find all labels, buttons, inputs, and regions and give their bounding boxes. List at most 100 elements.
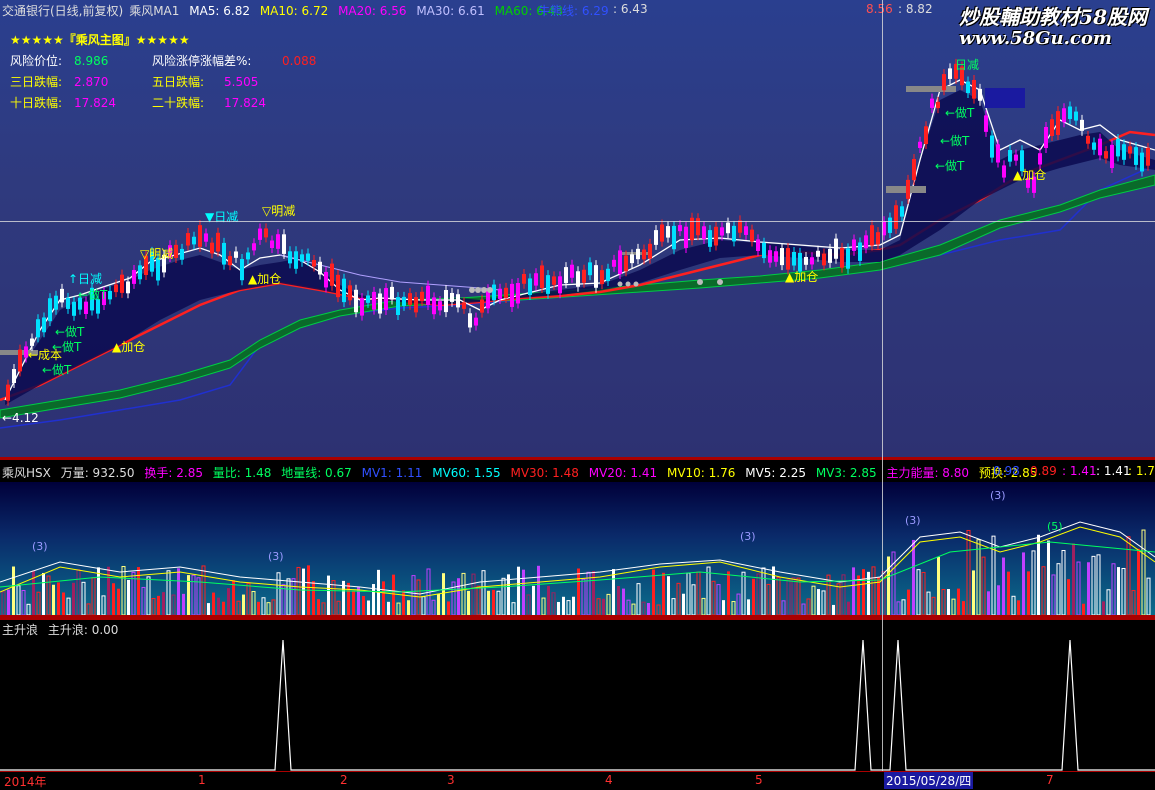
candle-body xyxy=(300,254,304,262)
volume-bar xyxy=(246,583,251,616)
candle-body xyxy=(72,301,76,316)
volume-bar xyxy=(612,569,615,615)
volume-bar xyxy=(537,565,540,615)
candle-body xyxy=(744,226,748,235)
volume-bar xyxy=(1017,600,1020,615)
volume-bar xyxy=(1061,550,1066,616)
resistance-bar-4 xyxy=(906,86,956,92)
volume-right-4: : 1.41 xyxy=(1096,464,1131,478)
volume-mark: (3) xyxy=(32,540,48,553)
indicator-panel[interactable]: 主升浪 主升浪: 0.00 xyxy=(0,618,1155,773)
volume-bar xyxy=(772,566,775,615)
volume-bar xyxy=(396,602,401,616)
volume-bar xyxy=(212,592,215,615)
volume-bar xyxy=(227,588,230,615)
candle-body xyxy=(360,298,364,316)
volume-panel[interactable]: (3) (3) (3) (3) (3) (5) xyxy=(0,482,1155,618)
candle-body xyxy=(438,301,442,311)
main-chart-panel[interactable]: 交通银行(日线,前复权) 乘风MA1 MA5: 6.82 MA10: 6.72 M… xyxy=(0,0,1155,457)
watermark-url: www.58Gu.com xyxy=(959,28,1112,49)
volume-bar xyxy=(596,598,601,616)
candle-body xyxy=(1134,147,1138,165)
candle-body xyxy=(1062,108,1066,123)
zuot-label-1: ←做T xyxy=(78,288,108,302)
info-row-10-20: 十日跌幅: 17.824 二十跌幅: 17.824 xyxy=(10,93,316,114)
candle-body xyxy=(1050,119,1054,136)
volume-bar xyxy=(312,581,315,615)
volume-bar xyxy=(631,603,636,616)
volume-bar xyxy=(806,598,811,616)
volume-mv3: MV3: 2.85 xyxy=(815,466,877,480)
candle-body xyxy=(1140,152,1144,172)
candle-body xyxy=(372,291,376,310)
volume-bar xyxy=(236,600,241,616)
volume-bar xyxy=(461,572,466,616)
volume-bar xyxy=(1126,536,1131,616)
candle-body xyxy=(774,251,778,262)
volume-bar xyxy=(962,601,965,615)
volume-bar xyxy=(1041,566,1046,616)
candle-body xyxy=(432,297,436,315)
candle-body xyxy=(570,264,574,278)
candle-body xyxy=(120,274,124,293)
rijian-label-3: 日减 xyxy=(955,58,980,72)
candle-body xyxy=(456,294,460,308)
volume-svg: (3) (3) (3) (3) (3) (5) xyxy=(0,489,1155,616)
volume-bar xyxy=(741,571,746,616)
volume-bar xyxy=(1146,577,1151,616)
candle-body xyxy=(564,267,568,284)
candle-body xyxy=(198,225,202,247)
volume-bar xyxy=(1022,552,1025,615)
candle-body xyxy=(588,262,592,276)
volume-bar xyxy=(602,598,605,615)
candle-body xyxy=(990,135,994,158)
candle-body xyxy=(1014,154,1018,161)
day3-label: 三日跌幅: xyxy=(10,75,63,89)
candle-body xyxy=(1056,111,1060,135)
volume-diliangxian: 地量线: 0.67 xyxy=(281,466,352,480)
navy-box xyxy=(985,88,1025,108)
candle-body xyxy=(612,259,616,267)
volume-bar xyxy=(832,604,835,615)
volume-bar xyxy=(781,600,786,616)
volume-bar xyxy=(901,599,906,616)
volume-bar xyxy=(916,569,921,616)
volume-zhuli: 主力能量: 8.80 xyxy=(886,466,970,480)
candle-body xyxy=(720,227,724,236)
candle-body xyxy=(354,289,358,313)
candle-body xyxy=(240,259,244,281)
volume-bar xyxy=(352,590,355,615)
volume-bar xyxy=(877,577,880,615)
volume-bar xyxy=(1106,589,1111,616)
candle-body xyxy=(948,68,952,79)
candle-body xyxy=(450,292,454,302)
candle-body xyxy=(558,276,562,294)
volume-marks: (3) (3) (3) (3) (3) (5) xyxy=(32,489,1063,563)
volume-bar xyxy=(622,588,625,615)
volume-bar xyxy=(442,573,445,615)
day20-value: 17.824 xyxy=(224,96,266,110)
candle-body xyxy=(1002,165,1006,178)
candle-body xyxy=(186,233,190,246)
volume-bar xyxy=(201,565,206,616)
risk-price-label: 风险价位: xyxy=(10,54,63,68)
jiacang-label-1: ▲加仓 xyxy=(112,340,146,354)
volume-bar xyxy=(577,568,580,615)
zuot-label-4: ←做T xyxy=(42,363,72,377)
volume-bar xyxy=(747,599,750,615)
volume-bar xyxy=(852,567,855,615)
volume-bar xyxy=(1131,590,1136,616)
ma20-value: MA20: 6.56 xyxy=(338,4,407,18)
volume-bar xyxy=(532,585,535,615)
candle-body xyxy=(528,278,532,296)
volume-bar xyxy=(166,570,171,616)
candle-body xyxy=(642,249,646,260)
candle-body xyxy=(402,296,406,306)
volume-bar xyxy=(72,582,75,615)
volume-bar xyxy=(907,589,910,615)
volume-bar xyxy=(501,577,506,616)
candle-body xyxy=(750,229,754,242)
candle-body xyxy=(936,101,940,109)
volume-bar xyxy=(157,595,160,615)
info-row-3-5: 三日跌幅: 2.870 五日跌幅: 5.505 xyxy=(10,72,316,93)
